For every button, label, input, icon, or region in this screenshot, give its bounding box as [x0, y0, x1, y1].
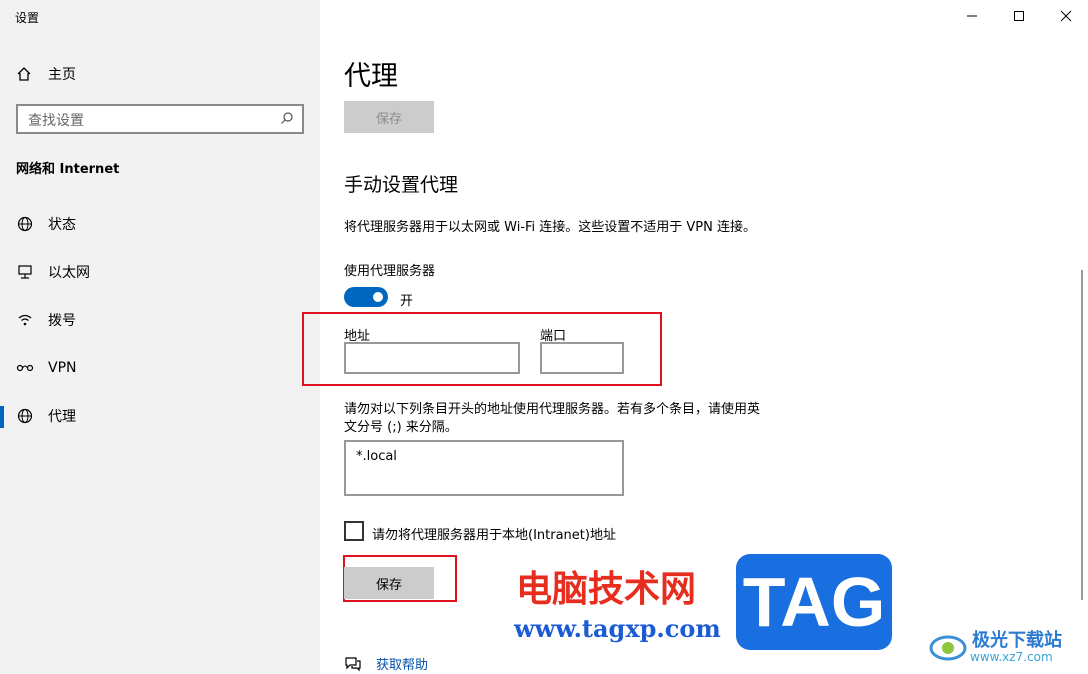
maximize-icon	[1014, 11, 1024, 21]
sidebar-item-vpn[interactable]: VPN	[0, 348, 320, 388]
dialup-icon	[18, 314, 32, 326]
home-label: 主页	[48, 67, 76, 83]
search-icon	[281, 112, 293, 124]
sidebar-item-dialup[interactable]: 拨号	[0, 300, 320, 340]
save-button-top[interactable]: 保存	[344, 101, 434, 133]
window-title: 设置	[15, 11, 40, 25]
exceptions-description-line2: 文分号 (;) 来分隔。	[344, 420, 458, 435]
page-title: 代理	[344, 61, 398, 92]
close-button[interactable]	[1052, 6, 1080, 26]
search-placeholder: 查找设置	[28, 113, 84, 129]
globe-icon	[17, 408, 33, 424]
home-icon	[17, 67, 31, 81]
get-help-label: 获取帮助	[376, 658, 429, 673]
bypass-local-label: 请勿将代理服务器用于本地(Intranet)地址	[372, 528, 616, 543]
xz7-logo-title: 极光下载站	[972, 630, 1062, 651]
sidebar-item-ethernet[interactable]: 以太网	[0, 252, 320, 292]
sidebar-item-label: 拨号	[48, 313, 76, 329]
manual-proxy-description: 将代理服务器用于以太网或 Wi-Fi 连接。这些设置不适用于 VPN 连接。	[344, 220, 757, 235]
sidebar-item-label: 以太网	[48, 265, 90, 281]
xz7-logo: 极光下载站 www.xz7.com	[928, 626, 1078, 666]
watermark-url-text: www.tagxp.com	[514, 614, 721, 643]
address-input[interactable]	[344, 342, 520, 374]
sidebar: 设置 主页 查找设置 网络和 Internet 状态 以太网 拨号 VPN 代理	[0, 0, 320, 674]
use-proxy-toggle[interactable]	[344, 287, 388, 307]
ethernet-icon	[18, 265, 32, 279]
globe-status-icon	[17, 216, 33, 232]
watermark-cn-text: 电脑技术网	[516, 569, 697, 610]
scrollbar[interactable]	[1081, 270, 1083, 600]
exceptions-textarea[interactable]: *.local	[344, 440, 624, 496]
exceptions-description-line1: 请勿对以下列条目开头的地址使用代理服务器。若有多个条目，请使用英	[344, 402, 761, 417]
minimize-button[interactable]	[958, 6, 986, 26]
manual-proxy-title: 手动设置代理	[344, 174, 459, 196]
xz7-logo-url: www.xz7.com	[970, 650, 1053, 664]
sidebar-home[interactable]: 主页	[16, 64, 76, 84]
sidebar-item-label: VPN	[48, 360, 77, 376]
save-button[interactable]: 保存	[344, 567, 434, 599]
minimize-icon	[967, 15, 977, 17]
use-proxy-label: 使用代理服务器	[344, 264, 436, 279]
bypass-local-checkbox[interactable]	[344, 521, 364, 541]
tag-logo: TAG	[736, 554, 892, 650]
help-chat-icon	[345, 656, 361, 671]
get-help-link[interactable]: 获取帮助	[344, 654, 428, 673]
toggle-state-label: 开	[400, 294, 414, 309]
aurora-logo-icon	[929, 635, 967, 661]
sidebar-item-status[interactable]: 状态	[0, 204, 320, 244]
vpn-icon	[16, 364, 34, 372]
port-input[interactable]	[540, 342, 624, 374]
section-title: 网络和 Internet	[16, 162, 120, 177]
sidebar-item-proxy[interactable]: 代理	[0, 396, 320, 436]
maximize-button[interactable]	[1005, 6, 1033, 26]
close-icon	[1060, 10, 1072, 22]
search-input[interactable]: 查找设置	[16, 104, 304, 134]
sidebar-item-label: 状态	[48, 217, 76, 233]
sidebar-item-label: 代理	[48, 409, 76, 425]
toggle-knob	[373, 292, 383, 302]
